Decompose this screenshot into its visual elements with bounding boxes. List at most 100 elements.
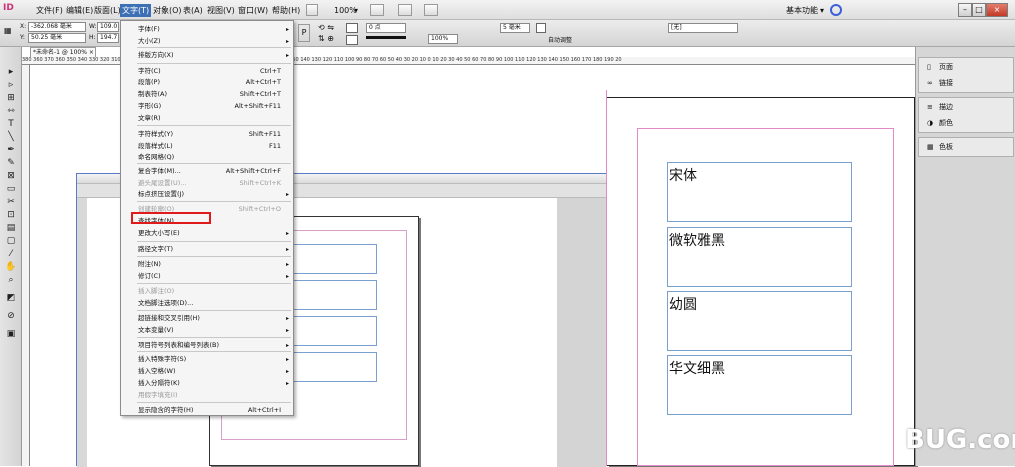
type-menu-item[interactable]: 插入特殊字符(S) ▸	[121, 354, 293, 365]
type-menu-item[interactable]: 更改大小写(E) ▸	[121, 228, 293, 239]
gradient-tool-icon[interactable]: ▤	[5, 223, 17, 233]
type-menu-item-shortcut: Shift+Ctrl+T	[239, 90, 281, 98]
type-menu-item[interactable]: 段落样式(L) F11	[121, 141, 293, 152]
type-menu-item[interactable]: 文本变量(V) ▸	[121, 325, 293, 336]
type-menu-item[interactable]: 标点挤压设置(J) ▸	[121, 189, 293, 200]
direct-selection-tool-icon[interactable]: ▹	[5, 80, 17, 90]
color-icon[interactable]: ◑	[927, 118, 933, 129]
screen-mode-button[interactable]	[398, 4, 412, 16]
menu-table[interactable]: 表(A)	[181, 4, 205, 17]
rotate-icon[interactable]: ⟲ ⇋	[318, 23, 334, 32]
pages-icon[interactable]: ▯	[927, 62, 931, 73]
menu-type[interactable]: 文字(T)	[120, 4, 152, 17]
stroke-type-line[interactable]	[366, 36, 406, 39]
height-field[interactable]: 194.7	[97, 33, 119, 43]
fill-swatch-icon[interactable]	[346, 23, 358, 33]
type-menu-item[interactable]: 字形(G) Alt+Shift+F11	[121, 101, 293, 112]
panel-swatches[interactable]: 色板	[939, 142, 953, 153]
note-tool-icon[interactable]: ▢	[5, 236, 17, 246]
type-menu-item[interactable]: 段落(P) Alt+Ctrl+T	[121, 77, 293, 88]
autofit-checkbox[interactable]	[536, 23, 546, 33]
selection-tool-icon[interactable]: ▸	[5, 67, 17, 77]
w-label: W:	[89, 23, 97, 30]
object-style-field[interactable]: [无]	[668, 23, 738, 33]
menu-edit[interactable]: 编辑(E)	[64, 4, 95, 17]
eyedropper-tool-icon[interactable]: ⁄	[5, 249, 17, 259]
gap-tool-icon[interactable]: ⇿	[5, 106, 17, 116]
line-tool-icon[interactable]: ╲	[5, 132, 17, 142]
y-position-field[interactable]: 50.25 毫米	[28, 33, 86, 43]
minimize-button[interactable]: –	[958, 3, 972, 17]
page-tool-icon[interactable]: ⊞	[5, 93, 17, 103]
stroke-icon[interactable]: ≡	[927, 102, 933, 113]
stroke-weight-field[interactable]: 0 点	[366, 23, 406, 33]
text-frame-youyuan[interactable]: 幼圆	[667, 291, 852, 351]
text-frame-icon[interactable]: P	[298, 24, 310, 42]
view-options-button[interactable]	[370, 4, 384, 16]
type-menu-item[interactable]: 字符样式(Y) Shift+F11	[121, 129, 293, 140]
type-menu-item[interactable]: 插入分隔符(K) ▸	[121, 378, 293, 389]
type-menu-item[interactable]: 显示隐含的字符(H) Alt+Ctrl+I	[121, 405, 293, 416]
flip-icon[interactable]: ⇅ ⊕	[318, 34, 334, 43]
type-menu-item[interactable]: 命名网格(Q)	[121, 152, 293, 163]
workspace-dropdown-icon[interactable]: ▾	[818, 4, 826, 17]
menu-file[interactable]: 文件(F)	[34, 4, 65, 17]
hand-tool-icon[interactable]: ✋	[5, 262, 17, 272]
close-button[interactable]: ×	[986, 3, 1008, 17]
zoom-tool-icon[interactable]: ⌕	[5, 275, 17, 285]
view-mode-icon[interactable]: ▣	[5, 329, 17, 339]
type-menu-item[interactable]: 字符(C) Ctrl+T	[121, 66, 293, 77]
pencil-tool-icon[interactable]: ✎	[5, 158, 17, 168]
workspace-switcher[interactable]: 基本功能	[784, 4, 820, 17]
type-menu-item[interactable]: 大小(Z) ▸	[121, 36, 293, 47]
maximize-button[interactable]: □	[972, 3, 986, 17]
type-menu-item[interactable]: 附注(N) ▸	[121, 259, 293, 270]
swatches-icon[interactable]: ▦	[927, 142, 934, 153]
apply-none-icon[interactable]: ⊘	[5, 311, 17, 321]
type-tool-icon[interactable]: T	[5, 119, 17, 129]
reference-point-icon[interactable]: ▦	[4, 26, 16, 38]
type-menu-item[interactable]: 文档脚注选项(D)...	[121, 298, 293, 309]
panel-pages[interactable]: 页面	[939, 62, 953, 73]
text-frame-huawen[interactable]: 华文细黑	[667, 355, 852, 415]
menu-window[interactable]: 窗口(W)	[236, 4, 270, 17]
menu-layout[interactable]: 版面(L)	[92, 4, 123, 17]
links-icon[interactable]: ∞	[927, 78, 933, 89]
panel-links[interactable]: 链接	[939, 78, 953, 89]
menu-view[interactable]: 视图(V)	[205, 4, 237, 17]
text-frame-yahei[interactable]: 微软雅黑	[667, 227, 852, 287]
menu-object[interactable]: 对象(O)	[151, 4, 184, 17]
panel-color[interactable]: 颜色	[939, 118, 953, 129]
type-menu-item[interactable]: 复合字体(M)... Alt+Shift+Ctrl+F	[121, 166, 293, 177]
arrange-documents-button[interactable]	[424, 4, 438, 16]
fill-stroke-icon[interactable]: ◩	[5, 293, 17, 303]
rectangle-frame-tool-icon[interactable]: ⊠	[5, 171, 17, 181]
vertical-ruler[interactable]	[22, 65, 30, 466]
opacity-field[interactable]: 100%	[428, 34, 458, 44]
type-menu-item[interactable]: 排版方向(X) ▸	[121, 50, 293, 61]
type-menu-item[interactable]: 制表符(A) Shift+Ctrl+T	[121, 89, 293, 100]
stroke-swatch-icon[interactable]	[346, 35, 358, 45]
text-inset-field[interactable]: 5 毫米	[500, 23, 530, 33]
width-field[interactable]: 109.0	[97, 22, 119, 32]
document-tab[interactable]: *未命名-1 @ 100% ×	[30, 47, 96, 57]
zoom-dropdown-icon[interactable]: ▾	[352, 4, 360, 17]
bridge-button[interactable]	[306, 4, 318, 16]
panel-stroke[interactable]: 描边	[939, 102, 953, 113]
type-menu-item[interactable]: 修订(C) ▸	[121, 271, 293, 282]
type-menu-item[interactable]: 超链接和交叉引用(H) ▸	[121, 313, 293, 324]
type-menu-item[interactable]: 路径文字(T) ▸	[121, 244, 293, 255]
type-menu-item[interactable]: 文章(R)	[121, 113, 293, 124]
rectangle-tool-icon[interactable]: ▭	[5, 184, 17, 194]
type-menu-item[interactable]: 插入空格(W) ▸	[121, 366, 293, 377]
type-menu-item[interactable]: 项目符号列表和编号列表(B) ▸	[121, 340, 293, 351]
free-transform-tool-icon[interactable]: ⊡	[5, 210, 17, 220]
type-menu-item-label: 字符样式(Y)	[138, 130, 174, 138]
type-menu-item[interactable]: 字体(F) ▸	[121, 24, 293, 35]
pen-tool-icon[interactable]: ✒	[5, 145, 17, 155]
text-frame-songti[interactable]: 宋体	[667, 162, 852, 222]
scissors-tool-icon[interactable]: ✂	[5, 197, 17, 207]
search-circle-icon[interactable]	[830, 4, 842, 16]
x-position-field[interactable]: -362.068 毫米	[28, 22, 86, 32]
menu-help[interactable]: 帮助(H)	[270, 4, 302, 17]
